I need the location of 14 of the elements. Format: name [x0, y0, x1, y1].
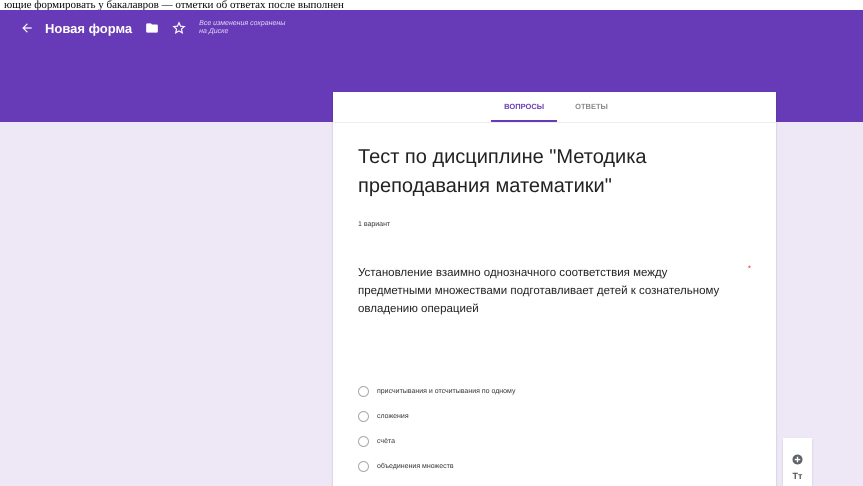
- star-icon[interactable]: [172, 21, 186, 35]
- radio-button[interactable]: [358, 436, 369, 447]
- required-mark: *: [748, 264, 751, 275]
- text-tool[interactable]: Тт: [792, 471, 802, 481]
- document-text: ющие формировать у бакалавров — отметки об ответах после выполнен: [4, 0, 344, 10]
- radio-button[interactable]: [358, 461, 369, 472]
- question-text: Установление взаимно однозначного соответствия между предметными множествами подготавливает детей к сознательному овладению операцией: [358, 266, 720, 317]
- back-arrow-icon[interactable]: [20, 21, 34, 35]
- add-icon[interactable]: [792, 454, 803, 465]
- form-name[interactable]: Новая форма: [45, 20, 132, 36]
- radio-button[interactable]: [358, 386, 369, 397]
- folder-icon[interactable]: [145, 21, 160, 35]
- radio-button[interactable]: [358, 411, 369, 422]
- form-title: Тест по дисциплине "Методика преподавания математики": [358, 145, 648, 199]
